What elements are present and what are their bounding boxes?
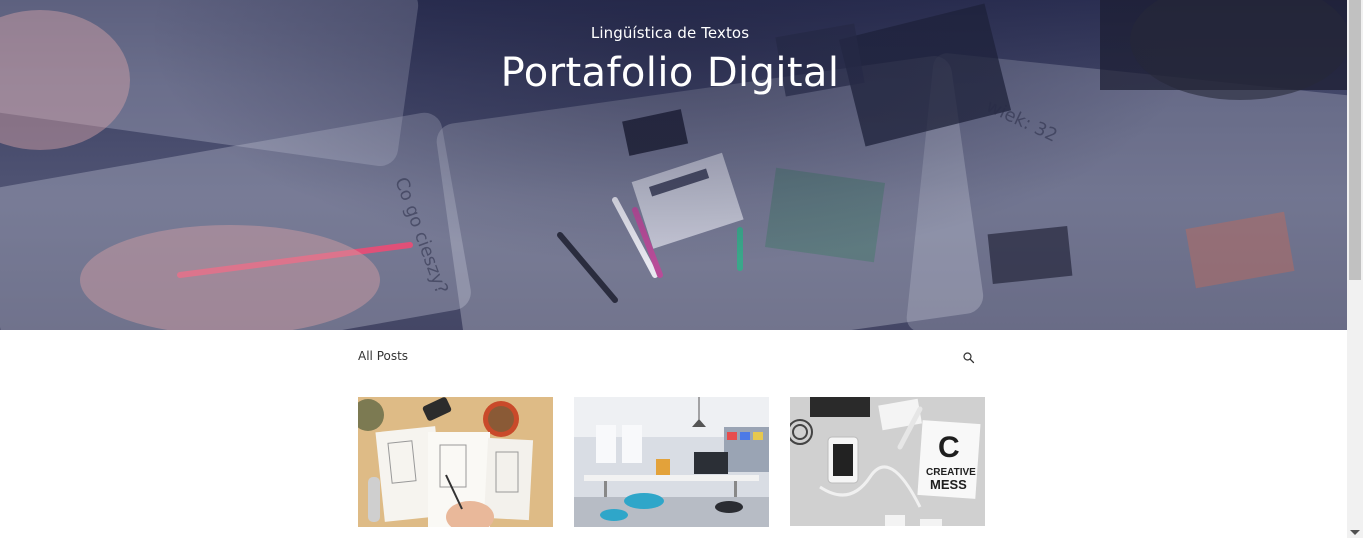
open-office-photo [574,397,769,527]
scrollbar-thumb[interactable] [1349,0,1361,280]
page-scrollbar[interactable] [1347,0,1363,538]
post-card-image[interactable] [574,397,769,527]
search-icon[interactable] [962,351,976,365]
wireframe-sketching-photo [358,397,553,527]
hero-banner: Co go cieszy? wiek: 32 Lingüística de Te… [0,0,1347,330]
svg-text:MESS: MESS [930,477,967,492]
site-title[interactable]: Portafolio Digital [0,50,1340,96]
post-card-image[interactable] [358,397,553,527]
all-posts-link[interactable]: All Posts [358,349,408,363]
creative-mess-desk-photo: C CREATIVE MESS [790,397,985,526]
blog-category-bar: All Posts [358,349,976,367]
site-subtitle[interactable]: Lingüística de Textos [0,24,1340,42]
post-card-image[interactable]: C CREATIVE MESS [790,397,985,526]
svg-text:C: C [938,431,960,464]
scroll-down-arrow-icon[interactable] [1350,530,1360,535]
